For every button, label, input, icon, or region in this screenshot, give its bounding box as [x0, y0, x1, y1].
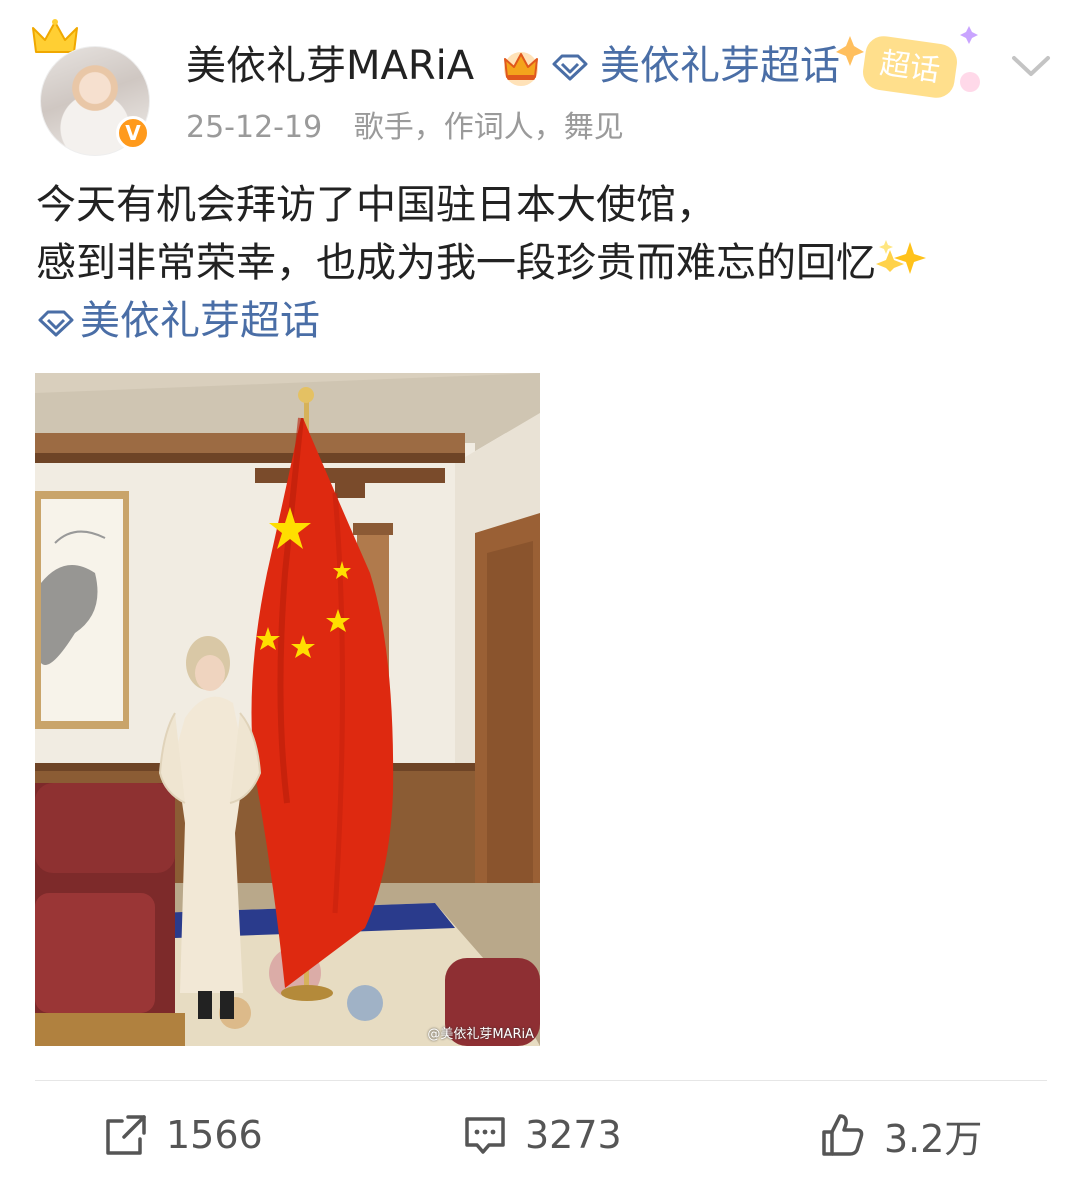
- crown-icon: [504, 52, 538, 86]
- diamond-topic-icon: [38, 310, 74, 337]
- post-meta: 25-12-19 歌手，作词人，舞见: [186, 106, 624, 150]
- post-text: 今天有机会拜访了中国驻日本大使馆， 感到非常荣幸，也成为我一段珍贵而难忘的回忆 …: [36, 176, 1056, 350]
- sparkles-emoji-icon: [876, 240, 926, 274]
- comment-count: 3273: [525, 1113, 622, 1157]
- image-watermark: @美依礼芽MARiA: [427, 1027, 534, 1042]
- post-topic-link[interactable]: 美依礼芽超话: [36, 292, 1056, 350]
- repost-button[interactable]: 1566: [104, 1108, 263, 1162]
- embassy-photo: [35, 373, 540, 1046]
- thumbs-up-icon: [822, 1114, 864, 1156]
- post-topic-label[interactable]: 美依礼芽超话: [80, 298, 320, 344]
- topic-link[interactable]: 美依礼芽超话: [600, 38, 840, 94]
- author-name[interactable]: 美依礼芽MARiA: [186, 38, 474, 94]
- comment-icon: [465, 1117, 505, 1154]
- action-bar-divider: [35, 1080, 1047, 1081]
- chaohua-tag-icon[interactable]: 超话: [830, 22, 990, 102]
- diamond-topic-icon: [552, 54, 588, 81]
- verified-v-icon: V: [116, 116, 150, 150]
- chevron-down-icon[interactable]: [1008, 50, 1054, 80]
- post-image[interactable]: @美依礼芽MARiA: [35, 373, 540, 1046]
- post-source: 歌手，作词人，舞见: [353, 110, 624, 145]
- post-date: 25-12-19: [186, 110, 323, 145]
- post-text-line-1: 今天有机会拜访了中国驻日本大使馆，: [36, 182, 716, 228]
- like-button[interactable]: 3.2万: [820, 1108, 982, 1162]
- post-text-line-2: 感到非常荣幸，也成为我一段珍贵而难忘的回忆: [36, 234, 1056, 292]
- comment-button[interactable]: 3273: [463, 1108, 622, 1162]
- repost-count: 1566: [166, 1113, 263, 1157]
- repost-icon: [106, 1115, 146, 1155]
- author-avatar-group[interactable]: V: [30, 18, 160, 158]
- like-count: 3.2万: [884, 1116, 983, 1161]
- post-text-line-2-content: 感到非常荣幸，也成为我一段珍贵而难忘的回忆: [36, 240, 876, 286]
